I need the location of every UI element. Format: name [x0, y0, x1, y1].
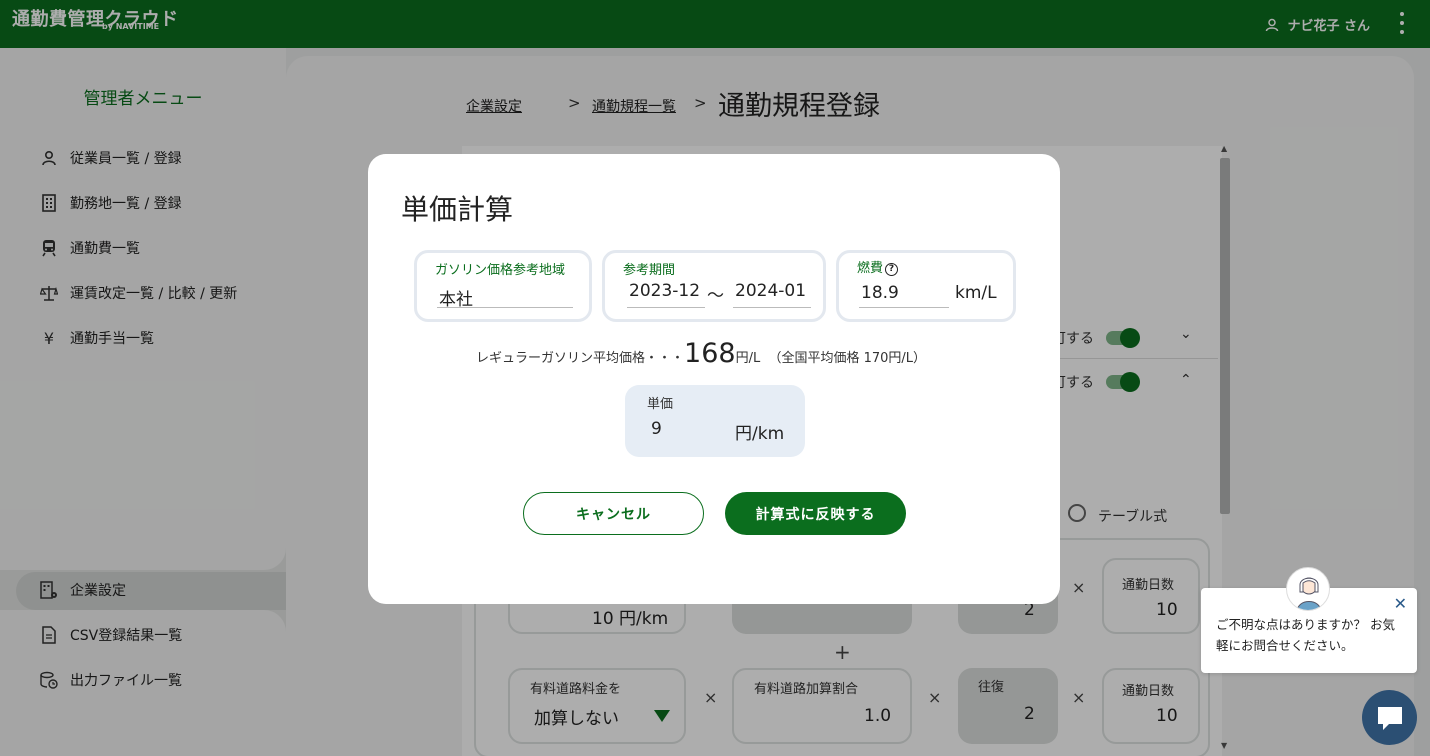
gasoline-price-unit: 円/L: [735, 351, 761, 366]
unit-price-value: 9: [651, 419, 662, 439]
fuel-efficiency-field[interactable]: 燃費? 18.9 km/L: [836, 250, 1016, 322]
fuel-efficiency-unit: km/L: [955, 283, 997, 303]
period-from[interactable]: 2023-12: [629, 281, 700, 301]
period-field[interactable]: 参考期間 2023-12 〜 2024-01: [602, 250, 826, 322]
chat-message: ご不明な点はありますか？ お気軽にお問合せください。: [1216, 617, 1395, 653]
unit-price-dialog: 単価計算 ガソリン価格参考地域 本社 参考期間 2023-12 〜 2024-0…: [368, 154, 1060, 604]
unit-price-result: 単価 9 円/km: [625, 385, 805, 457]
region-label: ガソリン価格参考地域: [435, 263, 566, 278]
gasoline-price-value: 168: [684, 338, 736, 369]
help-icon[interactable]: ?: [885, 262, 899, 276]
period-label: 参考期間: [623, 263, 676, 278]
close-icon[interactable]: ✕: [1394, 594, 1407, 613]
period-to[interactable]: 2024-01: [735, 281, 806, 301]
unit-price-label: 単価: [647, 397, 674, 412]
apply-to-formula-button[interactable]: 計算式に反映する: [725, 492, 906, 535]
field-underline: [627, 307, 705, 308]
period-separator: 〜: [707, 286, 724, 306]
dialog-title: 単価計算: [401, 193, 514, 226]
price-prefix: レギュラーガソリン平均価格・・・: [476, 351, 685, 366]
fuel-efficiency-value: 18.9: [861, 283, 899, 303]
fuel-efficiency-label-text: 燃費: [857, 261, 884, 276]
unit-price-unit: 円/km: [735, 424, 785, 444]
national-average-price: （全国平均価格 170円/L）: [768, 351, 927, 366]
gasoline-price-line: レギュラーガソリン平均価格・・・168円/L （全国平均価格 170円/L）: [476, 338, 926, 369]
chat-operator-avatar: [1286, 567, 1330, 611]
region-field[interactable]: ガソリン価格参考地域 本社: [414, 250, 592, 322]
chat-open-button[interactable]: [1362, 690, 1417, 745]
chat-bubble-icon: [1378, 707, 1402, 730]
field-underline: [859, 307, 949, 308]
fuel-efficiency-label: 燃費?: [857, 257, 899, 276]
field-underline: [437, 307, 573, 308]
cancel-button[interactable]: キャンセル: [523, 492, 704, 535]
field-underline: [733, 307, 811, 308]
